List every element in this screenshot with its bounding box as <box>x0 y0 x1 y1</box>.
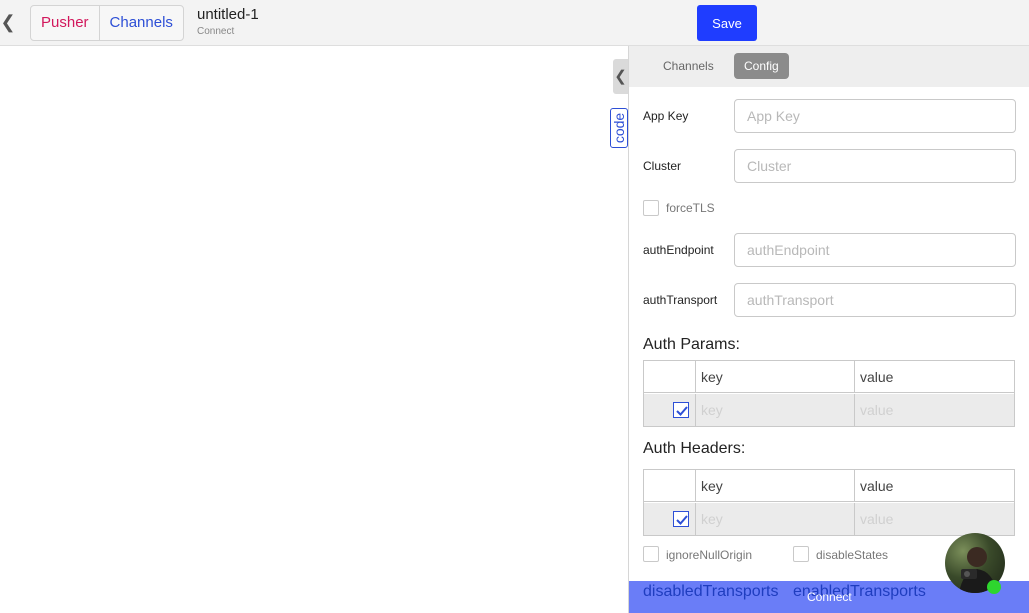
param-key-input[interactable]: key <box>696 394 855 426</box>
tab-channels[interactable]: Channels <box>100 6 183 40</box>
header-check-cell <box>644 470 696 502</box>
tab-config[interactable]: Config <box>734 53 789 79</box>
param-value-input[interactable]: value <box>855 394 1014 426</box>
header-value-input[interactable]: value <box>855 503 1014 535</box>
row-enabled-checkbox[interactable] <box>673 402 689 418</box>
checkmark-icon <box>676 515 688 525</box>
table-row: key value <box>644 503 1014 535</box>
auth-headers-title: Auth Headers: <box>643 440 746 457</box>
app-key-label: App Key <box>643 109 689 123</box>
tab-pusher[interactable]: Pusher <box>31 6 100 40</box>
table-row: key value <box>644 394 1014 426</box>
row-check-cell <box>644 394 696 426</box>
auth-params-table: key value key value <box>643 360 1015 427</box>
auth-params-title: Auth Params: <box>643 336 740 353</box>
tab-channels-panel[interactable]: Channels <box>653 53 724 79</box>
header-key-input[interactable]: key <box>696 503 855 535</box>
force-tls-checkbox[interactable] <box>643 200 659 216</box>
checkmark-icon <box>676 406 688 416</box>
header-check-cell <box>644 361 696 393</box>
cluster-input[interactable] <box>734 149 1016 183</box>
chevron-left-icon: ❮ <box>0 12 16 32</box>
auth-endpoint-input[interactable] <box>734 233 1016 267</box>
ignore-null-origin-label: ignoreNullOrigin <box>666 548 753 562</box>
row-enabled-checkbox[interactable] <box>673 511 689 527</box>
online-status-indicator <box>987 580 1001 594</box>
auth-endpoint-label: authEndpoint <box>643 243 714 257</box>
app-key-input[interactable] <box>734 99 1016 133</box>
disable-states-checkbox[interactable] <box>793 546 809 562</box>
connect-label: Connect <box>807 590 852 604</box>
header-value: value <box>860 369 894 385</box>
code-tab[interactable]: code <box>610 108 628 148</box>
back-button[interactable]: ❮ <box>0 10 16 34</box>
save-button[interactable]: Save <box>697 5 757 41</box>
code-tab-label: code <box>611 112 627 144</box>
disable-states-label: disableStates <box>816 548 889 562</box>
top-bar: ❮ Pusher Channels untitled-1 Connect Sav… <box>0 0 1029 46</box>
force-tls-label: forceTLS <box>666 201 715 215</box>
ignore-null-origin-checkbox[interactable] <box>643 546 659 562</box>
auth-headers-table: key value key value <box>643 469 1015 536</box>
auth-transport-label: authTransport <box>643 293 718 307</box>
cluster-label: Cluster <box>643 159 682 173</box>
header-value: value <box>860 478 894 494</box>
document-title: untitled-1 <box>197 6 259 23</box>
document-subtitle: Connect <box>197 26 235 37</box>
config-panel: Channels Config App Key Cluster forceTLS… <box>628 46 1029 613</box>
header-key: key <box>696 470 855 502</box>
panel-tabs: Channels Config <box>629 46 1029 87</box>
table-header: key value <box>644 470 1014 502</box>
row-check-cell <box>644 503 696 535</box>
auth-transport-input[interactable] <box>734 283 1016 317</box>
header-key: key <box>696 361 855 393</box>
table-header: key value <box>644 361 1014 393</box>
disabled-transports-label: disabledTransports <box>643 583 779 600</box>
chevron-left-icon: ❮ <box>614 68 627 85</box>
app-tabs: Pusher Channels <box>30 5 184 41</box>
collapse-panel-button[interactable]: ❮ <box>613 59 628 94</box>
